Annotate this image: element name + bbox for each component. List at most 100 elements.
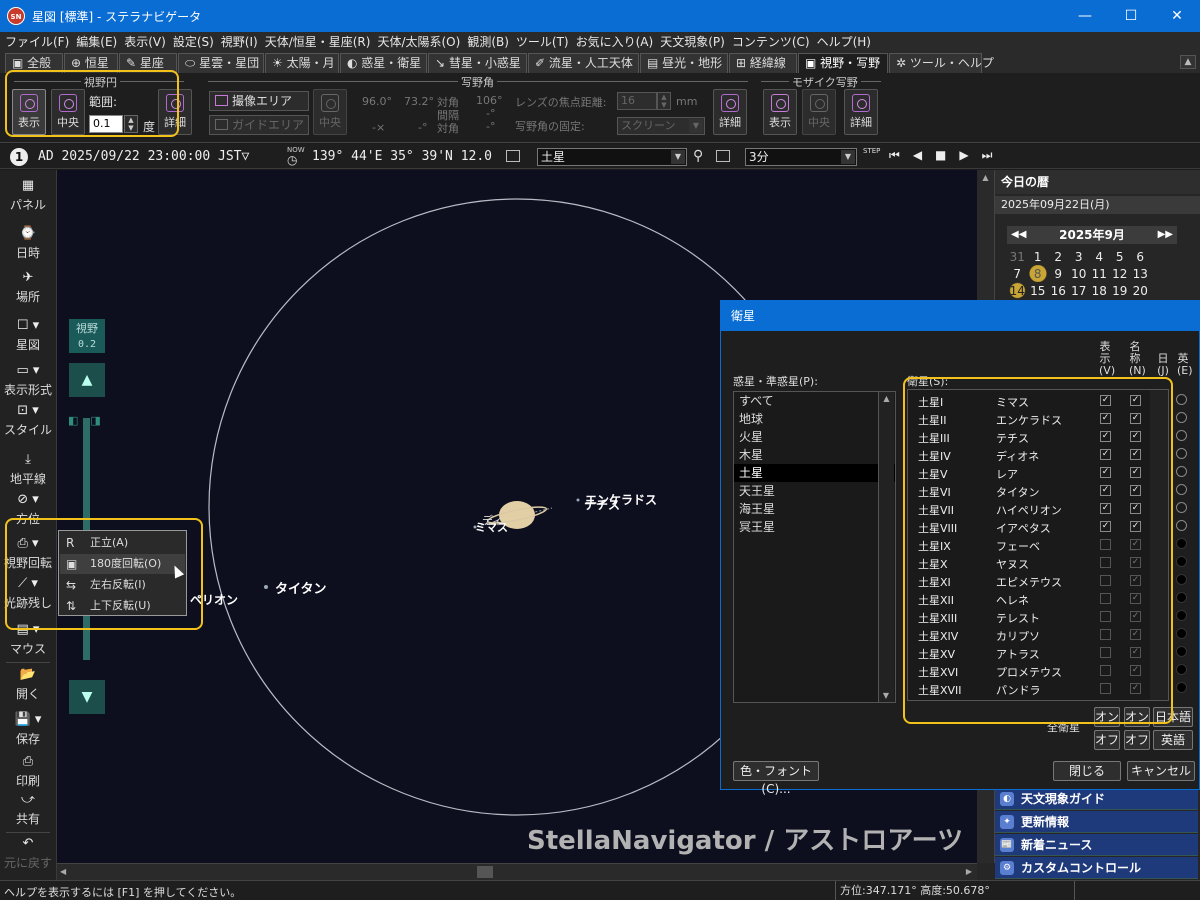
calendar-day[interactable]: 13: [1130, 265, 1151, 282]
step-label[interactable]: STEP: [863, 147, 880, 155]
en-radio[interactable]: [1176, 538, 1187, 549]
close-window-button[interactable]: ✕: [1154, 0, 1200, 32]
datetime-display[interactable]: AD 2025/09/22 23:00:00 JST▽: [38, 149, 249, 164]
scroll-left-icon[interactable]: ◀: [60, 867, 66, 876]
menu-item[interactable]: コンテンツ(C): [727, 32, 812, 52]
calendar-grid[interactable]: 31 1 2 3 4 5 6 7 8 9 10 11 12 13 14 15 16 17 18 19 20: [1007, 248, 1151, 299]
planet-list-item[interactable]: すべて: [734, 392, 895, 410]
calendar-day[interactable]: 12: [1110, 265, 1131, 282]
toolbar-datetime-button[interactable]: ⌚ 日時: [0, 226, 56, 261]
maximize-button[interactable]: ☐: [1108, 0, 1154, 32]
en-radio[interactable]: [1176, 628, 1187, 639]
toolbar-horizon-button[interactable]: ⤓ 地平線: [0, 452, 56, 487]
en-radio[interactable]: [1176, 556, 1187, 567]
focal-spinner[interactable]: ▲ ▼: [657, 92, 671, 110]
tab-item[interactable]: ☀ 太陽・月: [265, 53, 339, 73]
scroll-up-icon[interactable]: ▲: [977, 173, 994, 182]
en-radio[interactable]: [1176, 610, 1187, 621]
calendar-day[interactable]: 10: [1069, 265, 1090, 282]
mosaic-show-button[interactable]: 表示: [763, 89, 797, 135]
en-radio[interactable]: [1176, 664, 1187, 675]
scroll-thumb[interactable]: [477, 866, 493, 878]
tab-item[interactable]: ◐ 惑星・衛星: [340, 53, 427, 73]
keyboard-icon[interactable]: [506, 150, 520, 162]
menu-item[interactable]: 表示(V): [119, 32, 168, 52]
tab-item[interactable]: ✲ ツール・ヘルプ: [889, 53, 994, 73]
prev-month-icon[interactable]: ◀◀: [1011, 226, 1026, 244]
skip-forward-icon[interactable]: ⏭: [982, 148, 1006, 162]
calendar-day[interactable]: 31: [1007, 248, 1028, 265]
right-panel-link[interactable]: ✦ 更新情報: [995, 811, 1198, 833]
location-display[interactable]: 139° 44'E 35° 39'N 12.0: [312, 149, 492, 164]
toolbar-location-button[interactable]: ✈ 場所: [0, 270, 56, 305]
enceladus-dot[interactable]: [576, 498, 580, 502]
capture-area-button[interactable]: 撮像エリア: [209, 91, 309, 111]
right-panel-link[interactable]: ⚙ カスタムコントロール: [995, 857, 1198, 879]
menu-item[interactable]: お気に入り(A): [571, 32, 656, 52]
en-radio[interactable]: [1176, 466, 1187, 477]
all-name-off-button[interactable]: オフ: [1124, 730, 1150, 750]
toolbar-share-button[interactable]: ⤻ 共有: [0, 792, 56, 827]
toolbar-style-button[interactable]: ⊡ ▾ スタイル: [0, 403, 56, 438]
menu-item[interactable]: 天体/恒星・星座(R): [260, 32, 373, 52]
scroll-up-icon[interactable]: ▲: [879, 394, 894, 403]
search-icon[interactable]: ⚲: [693, 148, 703, 164]
right-panel-link[interactable]: ◐ 天文現象ガイド: [995, 788, 1198, 810]
en-radio[interactable]: [1176, 394, 1187, 405]
cancel-button[interactable]: キャンセル: [1127, 761, 1195, 781]
tab-item[interactable]: ⬭ 星雲・星団: [178, 53, 264, 73]
interval-select[interactable]: 3分 ▼: [745, 148, 857, 166]
collapse-ribbon-icon[interactable]: ▲: [1180, 55, 1196, 69]
list-icon[interactable]: [716, 150, 730, 162]
menu-item[interactable]: 視野(I): [216, 32, 260, 52]
calendar-day[interactable]: 15: [1028, 282, 1049, 299]
scroll-down-icon[interactable]: ▼: [879, 691, 893, 700]
tab-item[interactable]: ▣ 視野・写野: [798, 53, 888, 74]
target-select[interactable]: 土星 ▼: [537, 148, 687, 166]
menu-item[interactable]: 天体/太陽系(O): [372, 32, 462, 52]
step-back-icon[interactable]: ◀: [913, 148, 935, 162]
menu-item[interactable]: 天文現象(P): [655, 32, 727, 52]
en-radio[interactable]: [1176, 592, 1187, 603]
en-radio[interactable]: [1176, 574, 1187, 585]
toolbar-open-button[interactable]: 📂 開く: [0, 667, 56, 702]
close-button[interactable]: 閉じる: [1053, 761, 1121, 781]
menu-item[interactable]: 編集(E): [71, 32, 119, 52]
color-font-button[interactable]: 色・フォント(C)...: [733, 761, 819, 796]
tab-item[interactable]: ▤ 昼光・地形: [640, 53, 728, 73]
right-panel-link[interactable]: 📰 新着ニュース: [995, 834, 1198, 856]
planet-list-item[interactable]: 冥王星: [734, 518, 895, 536]
tab-item[interactable]: ✐ 流星・人工天体: [528, 53, 639, 73]
scroll-right-icon[interactable]: ▶: [966, 867, 972, 876]
toolbar-save-button[interactable]: 💾 ▾ 保存: [0, 712, 56, 747]
calendar-day[interactable]: 19: [1110, 282, 1131, 299]
zoom-in-button[interactable]: ▲: [69, 363, 105, 397]
step-number[interactable]: 1: [10, 148, 28, 166]
en-radio[interactable]: [1176, 448, 1187, 459]
calendar-day[interactable]: 11: [1089, 265, 1110, 282]
en-radio[interactable]: [1176, 502, 1187, 513]
zoom-out-button[interactable]: ▼: [69, 680, 105, 714]
planet-list-scrollbar[interactable]: ▲ ▼: [878, 392, 894, 702]
menu-item[interactable]: ファイル(F): [0, 32, 71, 52]
en-radio[interactable]: [1176, 430, 1187, 441]
calendar-day[interactable]: 2: [1048, 248, 1069, 265]
alarm-clock-icon[interactable]: ◷: [287, 153, 297, 167]
toolbar-starmap-button[interactable]: ☐ ▾ 星図: [0, 318, 56, 353]
calendar-day[interactable]: 16: [1048, 282, 1069, 299]
titan-dot[interactable]: [264, 585, 268, 589]
calendar-day[interactable]: 1: [1028, 248, 1049, 265]
calendar-day[interactable]: 3: [1069, 248, 1090, 265]
tab-item[interactable]: ↘ 彗星・小惑星: [428, 53, 527, 73]
skip-back-icon[interactable]: ⏮: [889, 148, 913, 162]
menu-item[interactable]: 設定(S): [168, 32, 216, 52]
planet-list-item[interactable]: 土星: [734, 464, 895, 482]
calendar-day[interactable]: 14: [1007, 282, 1028, 299]
planet-list-item[interactable]: 海王星: [734, 500, 895, 518]
en-radio[interactable]: [1176, 646, 1187, 657]
toolbar-undo-button[interactable]: ↶ 元に戻す: [0, 836, 56, 871]
calendar-day[interactable]: 20: [1130, 282, 1151, 299]
calendar-day[interactable]: 4: [1089, 248, 1110, 265]
calendar-day[interactable]: 18: [1089, 282, 1110, 299]
en-radio[interactable]: [1176, 682, 1187, 693]
